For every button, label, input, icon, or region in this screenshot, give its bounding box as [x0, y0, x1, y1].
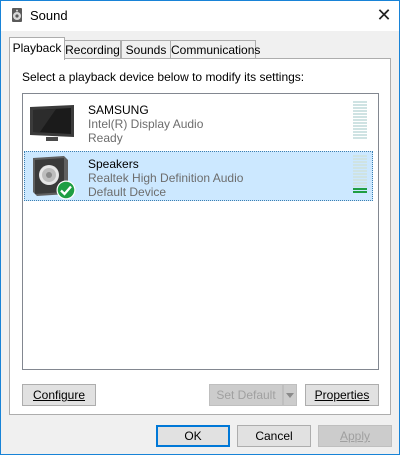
- device-driver: Realtek High Definition Audio: [88, 171, 244, 185]
- set-default-button[interactable]: Set Default: [209, 384, 283, 406]
- tab-recording[interactable]: Recording: [64, 40, 121, 59]
- monitor-icon: [30, 105, 74, 141]
- apply-label: Apply: [339, 429, 371, 443]
- device-status: Default Device: [88, 185, 167, 199]
- window-title: Sound: [30, 8, 68, 23]
- set-default-label: Set Default: [216, 388, 276, 402]
- default-device-check-icon: [56, 180, 76, 200]
- ok-button[interactable]: OK: [156, 425, 230, 447]
- close-button[interactable]: ✕: [370, 3, 398, 27]
- set-default-dropdown-button[interactable]: [283, 384, 297, 406]
- cancel-button[interactable]: Cancel: [237, 425, 311, 447]
- tab-playback[interactable]: Playback: [9, 37, 65, 60]
- properties-label: Properties: [314, 388, 370, 402]
- device-name: Speakers: [88, 157, 139, 171]
- device-driver: Intel(R) Display Audio: [88, 117, 204, 131]
- sound-app-icon: [12, 8, 22, 22]
- tab-communications[interactable]: Communications: [170, 40, 260, 59]
- properties-button[interactable]: Properties: [305, 384, 379, 406]
- volume-level-meter: [353, 101, 367, 140]
- device-name: SAMSUNG: [88, 103, 149, 117]
- instruction-text: Select a playback device below to modify…: [22, 70, 305, 84]
- device-status: Ready: [88, 131, 123, 145]
- tab-sounds[interactable]: Sounds: [121, 40, 171, 59]
- configure-label: Configure: [32, 388, 86, 402]
- configure-button[interactable]: Configure: [22, 384, 96, 406]
- apply-button[interactable]: Apply: [318, 425, 392, 447]
- volume-level-meter: [353, 155, 367, 194]
- chevron-down-icon: [286, 393, 294, 398]
